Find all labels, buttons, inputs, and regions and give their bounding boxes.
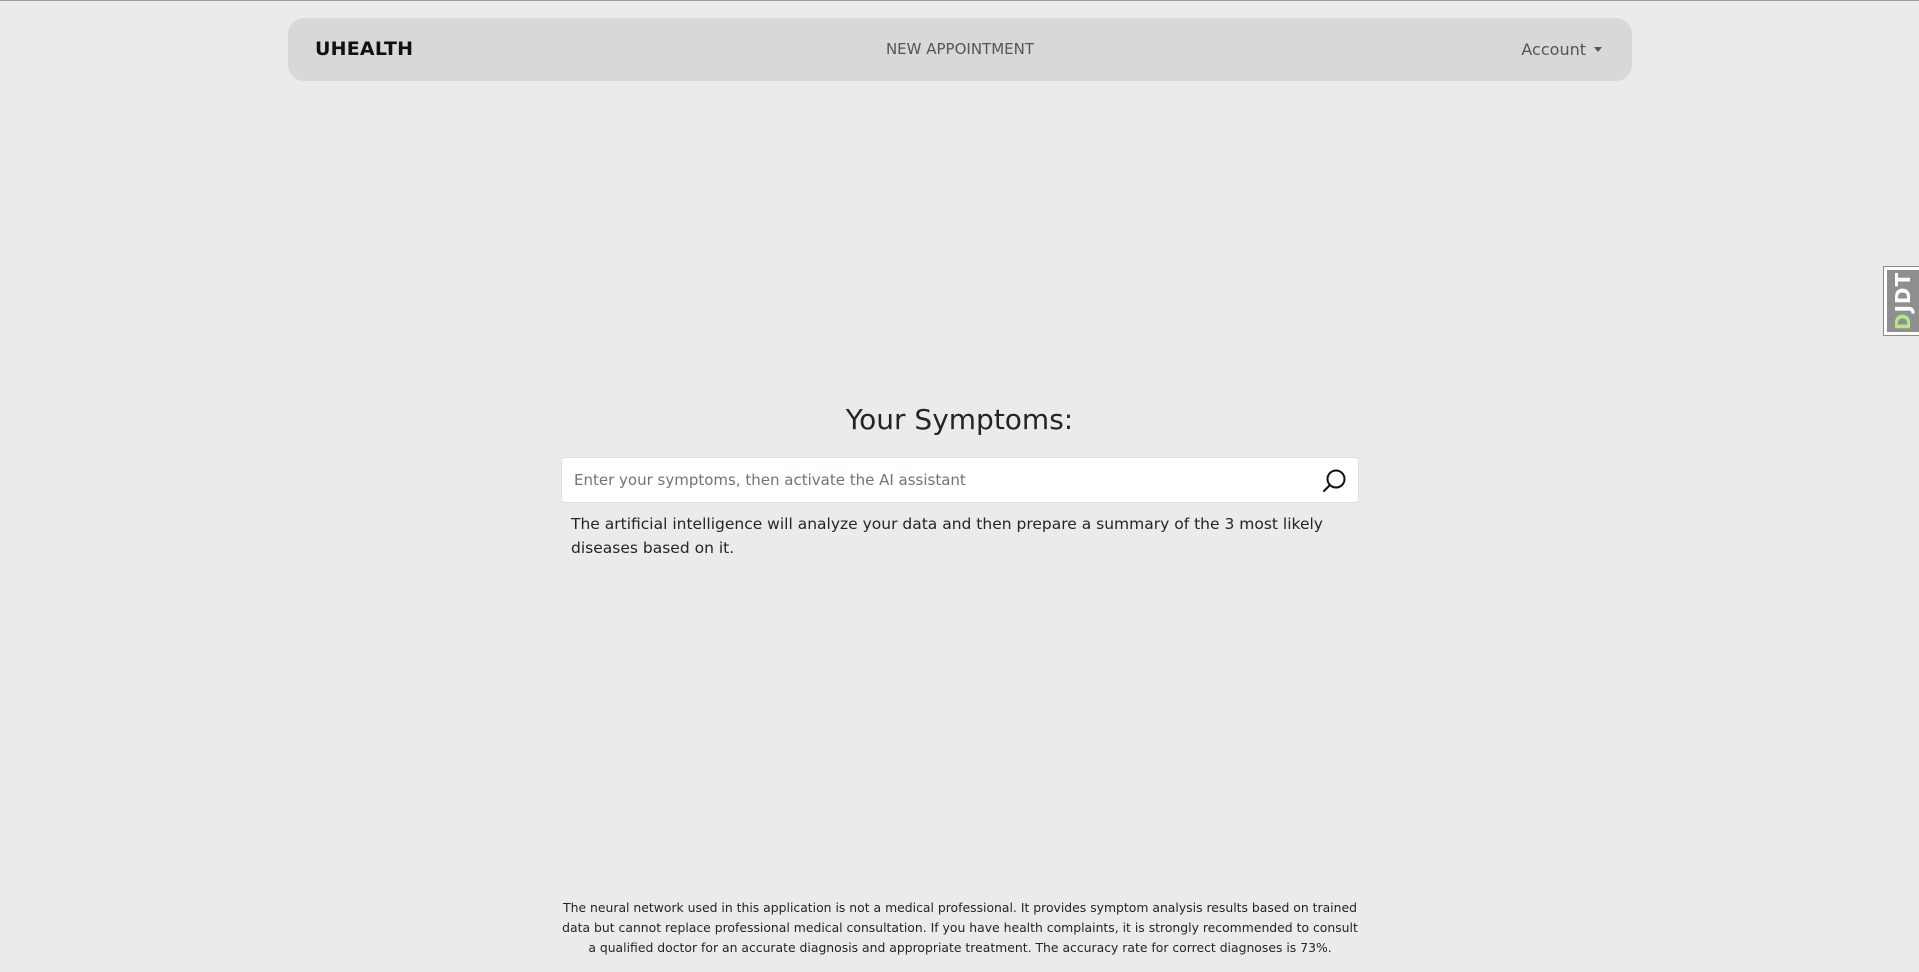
- caret-down-icon: [1594, 47, 1602, 52]
- debug-toolbar-label-first: D: [1891, 312, 1916, 331]
- search-icon[interactable]: [1320, 467, 1348, 495]
- debug-toolbar-inner: DJDT: [1887, 270, 1919, 332]
- debug-toolbar-label: DJDT: [1891, 272, 1915, 330]
- new-appointment-link[interactable]: NEW APPOINTMENT: [886, 40, 1034, 58]
- debug-toolbar-handle[interactable]: DJDT: [1883, 266, 1919, 336]
- debug-toolbar-label-rest: JDT: [1891, 271, 1916, 313]
- page-title: Your Symptoms:: [845, 403, 1074, 436]
- account-label: Account: [1521, 40, 1586, 59]
- nav-links: NEW APPOINTMENT: [288, 40, 1632, 58]
- ai-description: The artificial intelligence will analyze…: [571, 515, 1323, 557]
- medical-disclaimer: The neural network used in this applicat…: [562, 900, 1358, 955]
- top-navbar: UHEALTH NEW APPOINTMENT Account: [288, 18, 1632, 81]
- symptom-search-box: [561, 457, 1359, 503]
- symptom-search-input[interactable]: [562, 458, 1302, 502]
- account-dropdown[interactable]: Account: [1521, 40, 1602, 59]
